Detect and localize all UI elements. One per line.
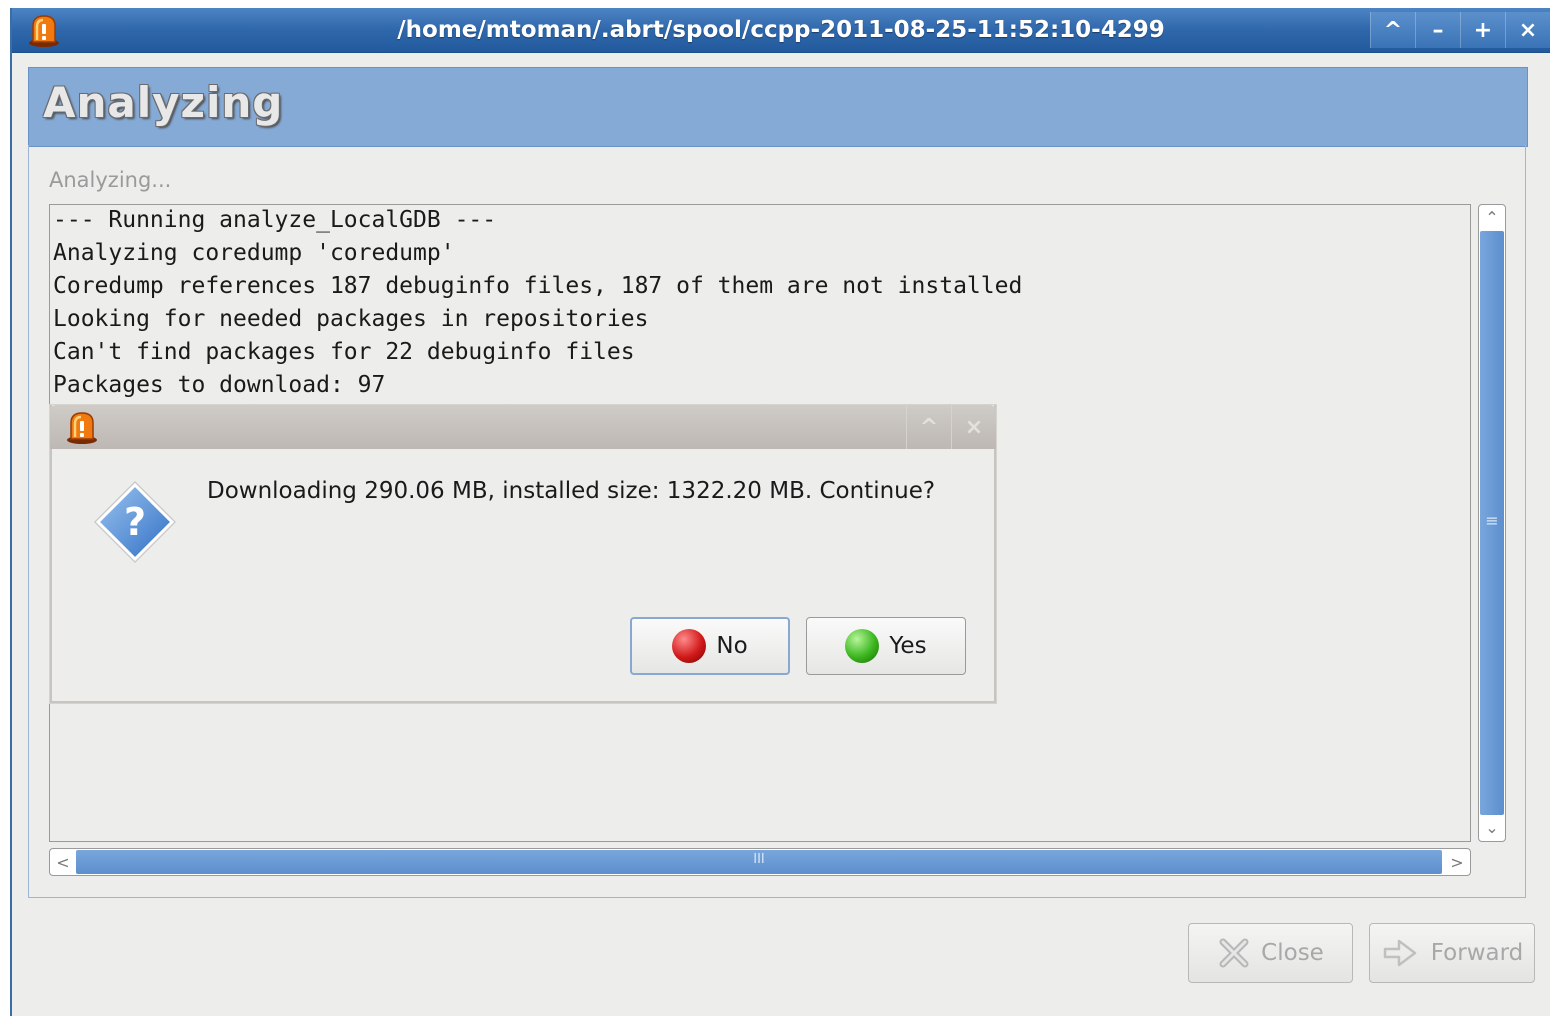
no-button-label: No (716, 633, 748, 659)
window-titlebar[interactable]: /home/mtoman/.abrt/spool/ccpp-2011-08-25… (12, 8, 1550, 53)
grip-icon: ≡ (1485, 511, 1499, 530)
grip-icon: III (753, 852, 765, 867)
page-header: Analyzing (28, 67, 1528, 147)
close-button-label: Close (1261, 940, 1324, 966)
minimize-button[interactable]: – (1415, 12, 1460, 48)
close-button[interactable]: Close (1188, 923, 1353, 983)
page-title: Analyzing (43, 78, 284, 127)
scroll-down-arrow-icon[interactable]: ⌄ (1480, 815, 1504, 839)
vertical-scroll-track[interactable]: ⌃ ≡ ⌄ (1478, 204, 1506, 842)
yes-button[interactable]: Yes (806, 617, 966, 675)
dialog-titlebar[interactable]: ^ × (50, 405, 996, 449)
log-line: Coredump references 187 debuginfo files,… (53, 273, 1023, 299)
log-line: Packages to download: 97 (53, 372, 386, 398)
forward-button-label: Forward (1430, 940, 1524, 966)
red-orb-icon (672, 629, 707, 663)
dialog-shade-button[interactable]: ^ (906, 405, 951, 449)
status-label: Analyzing... (49, 168, 172, 192)
dialog-controls: ^ × (906, 405, 996, 449)
window-title: /home/mtoman/.abrt/spool/ccpp-2011-08-25… (397, 17, 1165, 43)
scroll-up-arrow-icon[interactable]: ⌃ (1480, 205, 1504, 229)
window-controls: ^ – + × (1370, 12, 1550, 48)
log-line: Can't find packages for 22 debuginfo fil… (53, 339, 635, 365)
log-line: --- Running analyze_LocalGDB --- (53, 207, 497, 233)
svg-text:?: ? (124, 500, 146, 544)
forward-button[interactable]: Forward (1369, 923, 1535, 983)
question-diamond-icon: ? (94, 481, 176, 563)
green-orb-icon (845, 629, 880, 663)
dialog-close-button[interactable]: × (951, 405, 996, 449)
scroll-right-arrow-icon[interactable]: > (1445, 850, 1469, 874)
close-window-button[interactable]: × (1505, 12, 1550, 48)
horizontal-scrollbar[interactable]: < III > (49, 848, 1471, 876)
vertical-scrollbar[interactable]: ⌃ ≡ ⌄ (1478, 204, 1506, 842)
vertical-scroll-thumb[interactable]: ≡ (1480, 231, 1504, 815)
scroll-left-arrow-icon[interactable]: < (51, 850, 75, 874)
dialog-message: Downloading 290.06 MB, installed size: 1… (207, 478, 936, 504)
horizontal-scroll-thumb[interactable]: III (76, 850, 1442, 874)
forward-arrow-icon (1383, 939, 1416, 967)
no-button[interactable]: No (630, 617, 790, 675)
yes-button-label: Yes (889, 633, 927, 659)
shade-button[interactable]: ^ (1370, 12, 1415, 48)
confirm-download-dialog: ^ × ? Downloading 290.06 MB, installed s… (50, 405, 996, 703)
alarm-light-icon (67, 412, 97, 444)
log-line: Analyzing coredump 'coredump' (53, 240, 455, 266)
log-line: Looking for needed packages in repositor… (53, 306, 649, 332)
maximize-button[interactable]: + (1460, 12, 1505, 48)
x-cross-icon (1219, 938, 1249, 968)
